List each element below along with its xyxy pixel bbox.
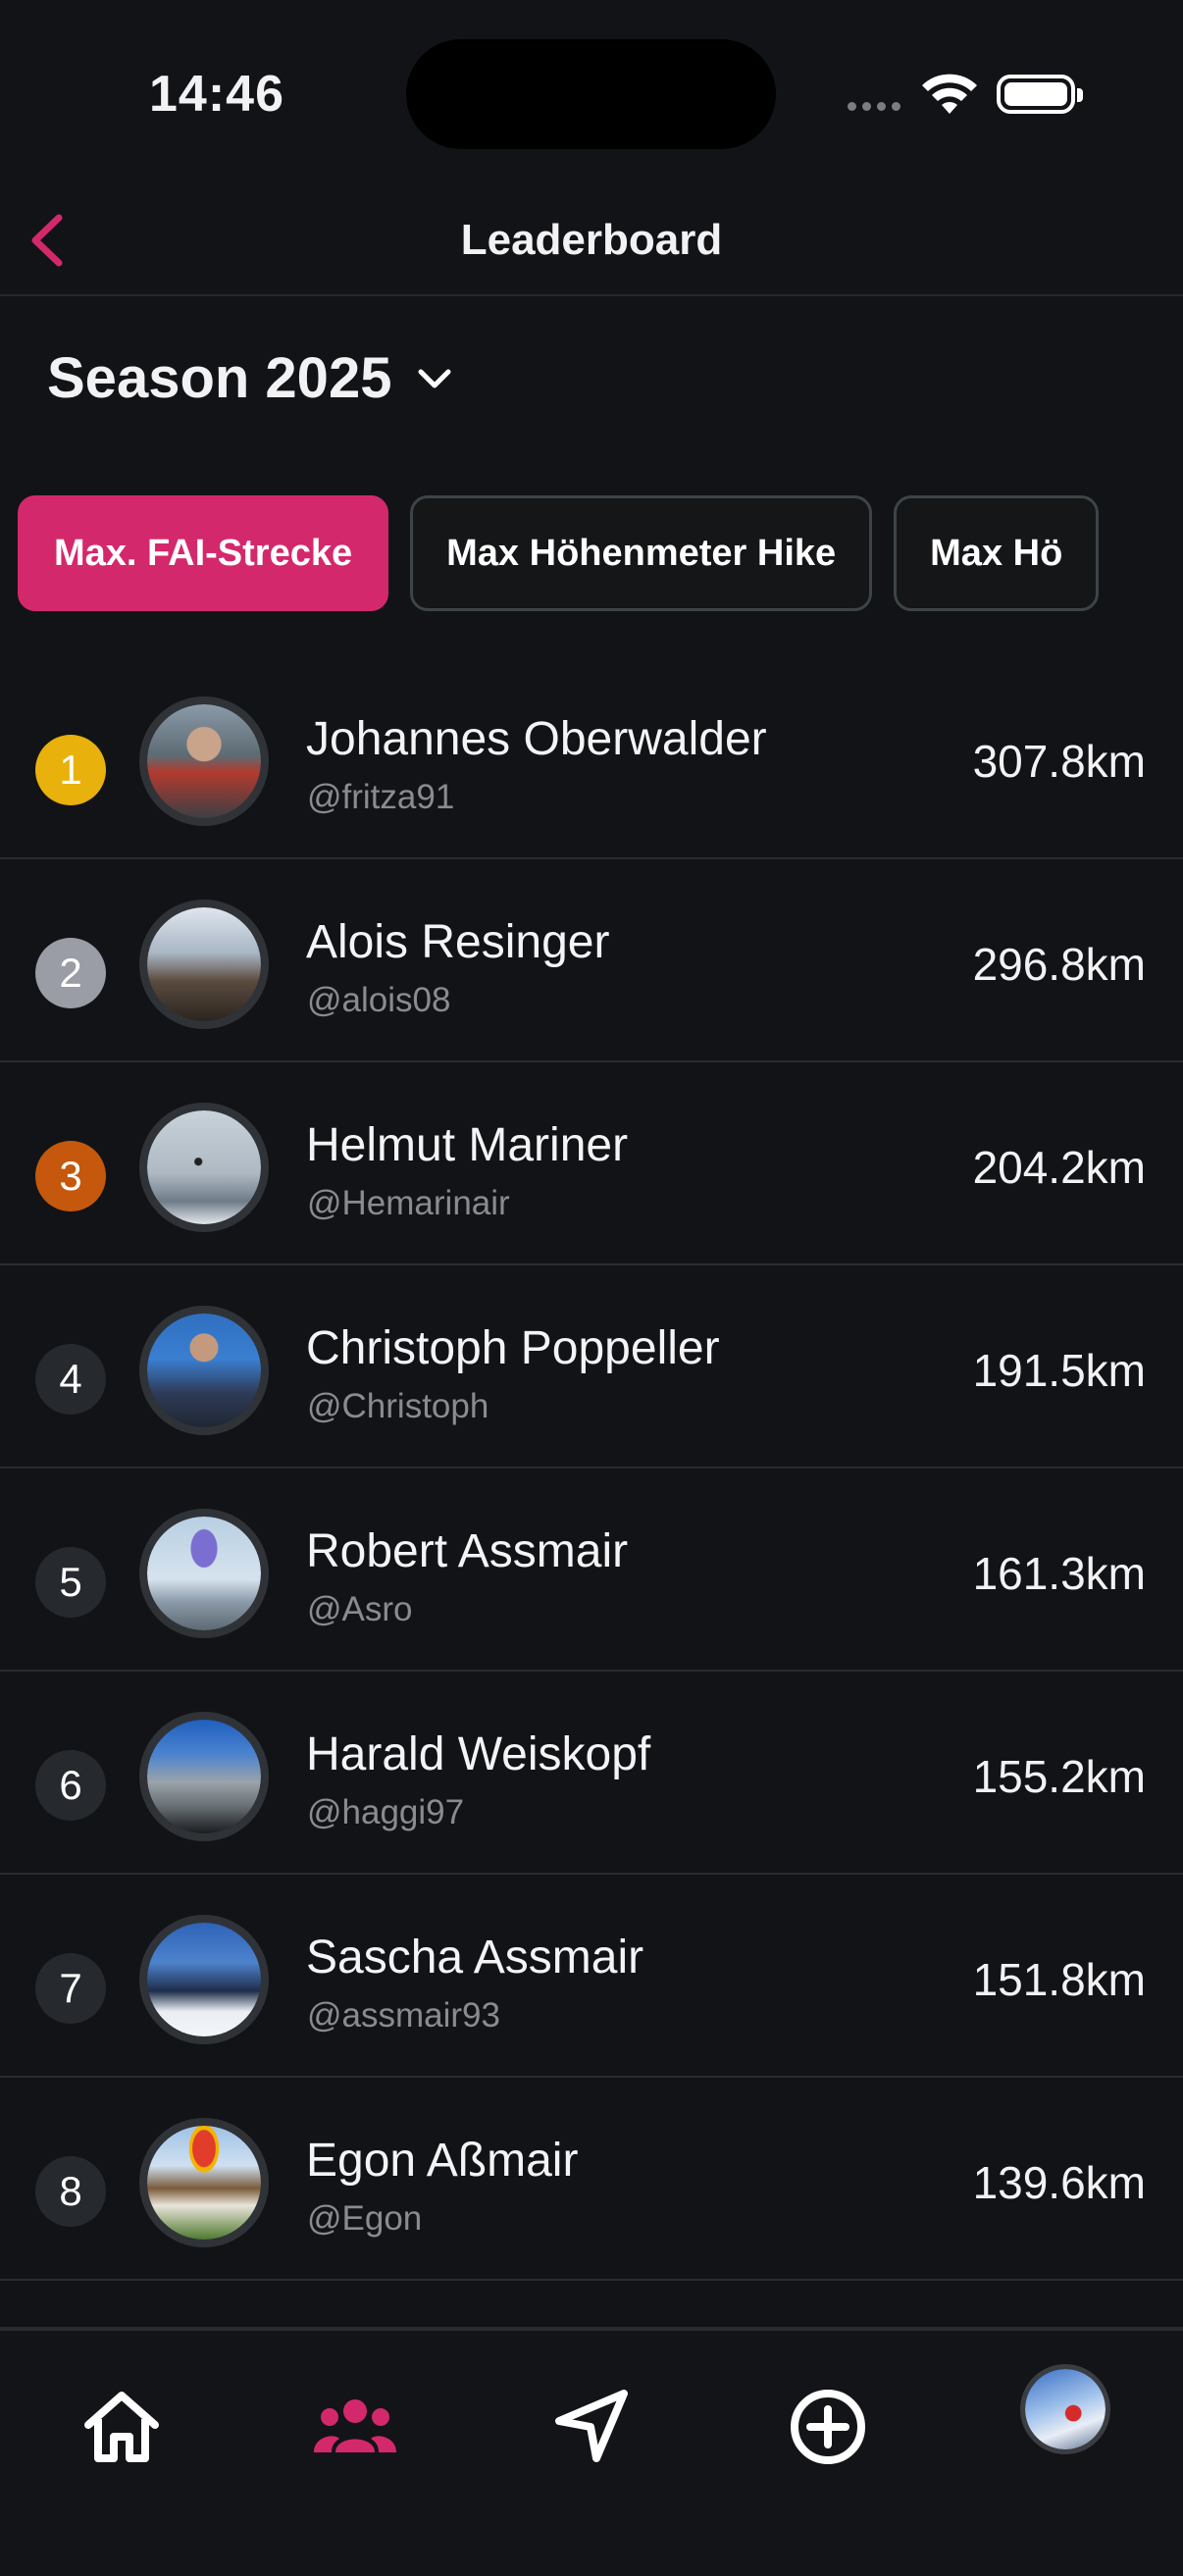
category-chips: Max. FAI-Strecke Max Höhenmeter Hike Max H… xyxy=(18,495,1183,613)
tab-navigation[interactable] xyxy=(541,2378,640,2476)
user-name: Johannes Oberwalder xyxy=(306,713,767,765)
status-bar: 14:46 xyxy=(0,0,1183,186)
user-handle: @fritza91 xyxy=(307,778,455,816)
profile-avatar[interactable] xyxy=(1020,2364,1110,2454)
distance-value: 155.2km xyxy=(972,1751,1146,1802)
tab-home[interactable] xyxy=(73,2378,171,2476)
distance-value: 161.3km xyxy=(972,1548,1146,1599)
distance-value: 296.8km xyxy=(972,939,1146,990)
status-time: 14:46 xyxy=(149,66,284,123)
user-handle: @Hemarinair xyxy=(307,1184,510,1222)
distance-value: 139.6km xyxy=(972,2157,1146,2208)
user-handle: @alois08 xyxy=(307,981,451,1019)
user-name: Helmut Mariner xyxy=(306,1119,629,1171)
tab-bar xyxy=(0,2327,1183,2576)
avatar xyxy=(139,900,269,1029)
user-handle: @assmair93 xyxy=(307,1996,500,2035)
distance-value: 191.5km xyxy=(972,1345,1146,1396)
home-icon xyxy=(84,2392,159,2462)
leaderboard-row[interactable]: 4 Christoph Poppeller @Christoph 191.5km xyxy=(0,1265,1183,1468)
user-name: Christoph Poppeller xyxy=(306,1322,720,1374)
navigation-bar: Leaderboard xyxy=(0,186,1183,296)
battery-icon xyxy=(997,75,1083,114)
user-handle: @Asro xyxy=(307,1590,413,1628)
cellular-signal-icon xyxy=(848,102,900,111)
leaderboard-row[interactable]: 8 Egon Aßmair @Egon 139.6km xyxy=(0,2078,1183,2281)
user-name: Robert Assmair xyxy=(306,1525,629,1577)
wifi-icon xyxy=(922,74,977,114)
leaderboard-row[interactable]: 7 Sascha Assmair @assmair93 151.8km xyxy=(0,1875,1183,2078)
leaderboard-row[interactable]: 5 Robert Assmair @Asro 161.3km xyxy=(0,1468,1183,1672)
leaderboard-row[interactable]: 6 Harald Weiskopf @haggi97 155.2km xyxy=(0,1672,1183,1875)
chevron-down-icon xyxy=(418,369,451,387)
distance-value: 151.8km xyxy=(972,1954,1146,2005)
user-name: Alois Resinger xyxy=(306,916,610,968)
rank-badge: 6 xyxy=(35,1750,106,1821)
rank-badge: 7 xyxy=(35,1953,106,2024)
user-handle: @haggi97 xyxy=(307,1793,465,1831)
rank-badge: 2 xyxy=(35,938,106,1008)
avatar xyxy=(139,696,269,826)
dynamic-island xyxy=(406,39,776,149)
rank-badge: 8 xyxy=(35,2156,106,2227)
tab-add[interactable] xyxy=(779,2378,877,2476)
tab-community[interactable] xyxy=(306,2378,404,2476)
leaderboard-row[interactable]: 2 Alois Resinger @alois08 296.8km xyxy=(0,859,1183,1062)
distance-value: 204.2km xyxy=(972,1142,1146,1193)
avatar xyxy=(139,1509,269,1638)
rank-badge: 3 xyxy=(35,1141,106,1211)
rank-badge: 4 xyxy=(35,1344,106,1415)
add-icon xyxy=(791,2390,865,2464)
avatar xyxy=(139,1103,269,1232)
page-title: Leaderboard xyxy=(460,216,723,264)
distance-value: 307.8km xyxy=(972,736,1146,787)
avatar xyxy=(139,1915,269,2044)
leaderboard-row[interactable]: 1 Johannes Oberwalder @fritza91 307.8km xyxy=(0,656,1183,859)
rank-badge: 1 xyxy=(35,735,106,805)
user-name: Sascha Assmair xyxy=(306,1932,644,1984)
community-icon xyxy=(314,2399,396,2452)
leaderboard-list: 1 Johannes Oberwalder @fritza91 307.8km … xyxy=(0,656,1183,2281)
leaderboard-row[interactable]: 3 Helmut Mariner @Hemarinair 204.2km xyxy=(0,1062,1183,1265)
season-selector[interactable]: Season 2025 xyxy=(47,345,456,411)
chip-max-hoehenmeter-hike[interactable]: Max Höhenmeter Hike xyxy=(410,495,873,611)
avatar xyxy=(139,2118,269,2247)
season-label: Season 2025 xyxy=(47,346,392,410)
avatar xyxy=(139,1306,269,1435)
chip-max-hoehenmeter-partial[interactable]: Max Hö xyxy=(894,495,1100,611)
chip-max-fai-strecke[interactable]: Max. FAI-Strecke xyxy=(18,495,389,611)
navigation-icon xyxy=(555,2390,628,2462)
user-name: Egon Aßmair xyxy=(306,2135,579,2187)
user-name: Harald Weiskopf xyxy=(306,1728,651,1780)
user-handle: @Egon xyxy=(307,2199,423,2238)
user-handle: @Christoph xyxy=(307,1387,489,1425)
avatar xyxy=(139,1712,269,1841)
rank-badge: 5 xyxy=(35,1547,106,1618)
